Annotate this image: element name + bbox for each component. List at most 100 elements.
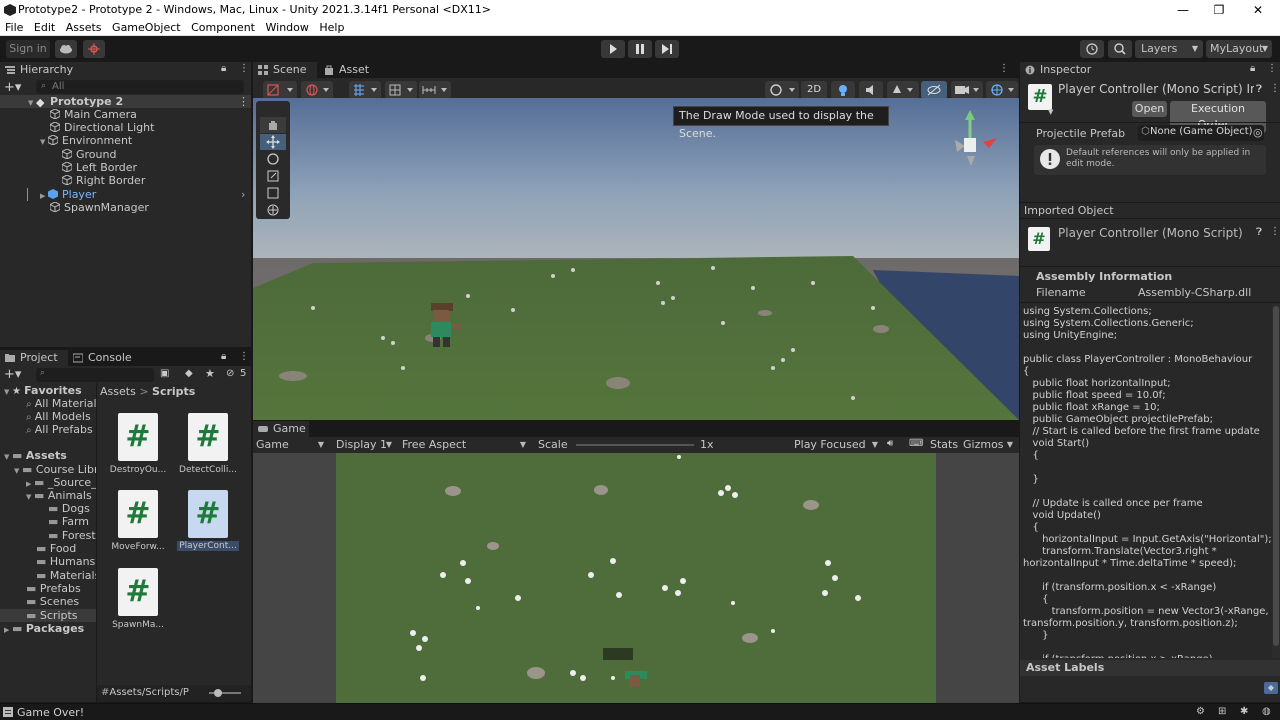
ruler-snap-dropdown[interactable] bbox=[419, 81, 451, 99]
hierarchy-row-player[interactable]: ▶ Player › bbox=[0, 188, 251, 201]
more-icon[interactable]: ⋮ bbox=[1267, 63, 1277, 74]
tab-project[interactable]: Project bbox=[0, 350, 68, 366]
stats-button[interactable]: Stats bbox=[930, 438, 958, 451]
packages-root[interactable]: ▶ ▬ Packages bbox=[0, 622, 84, 635]
rect-tool[interactable] bbox=[260, 185, 286, 201]
add-object-button[interactable]: +▾ bbox=[4, 80, 21, 95]
scale-tool[interactable] bbox=[260, 168, 286, 184]
lock-icon[interactable]: 🔒︎ bbox=[221, 63, 226, 74]
progress-icon[interactable]: ⚙ bbox=[1196, 706, 1205, 717]
tab-hierarchy[interactable]: Hierarchy bbox=[0, 62, 251, 78]
hidden-packages-icon[interactable]: ⊘ bbox=[226, 368, 234, 379]
menu-gameobject[interactable]: GameObject bbox=[112, 20, 181, 35]
more-icon[interactable]: ⋮ bbox=[1270, 226, 1280, 237]
pause-button[interactable] bbox=[628, 40, 652, 58]
more-icon[interactable]: ⋮ bbox=[239, 63, 249, 74]
folder-source[interactable]: ▶ ▬ _Source_ bbox=[0, 476, 96, 489]
script-file-icon[interactable]: # bbox=[118, 413, 158, 461]
folder-scripts[interactable]: ▬ Scripts bbox=[0, 609, 96, 622]
filter-type-icon[interactable]: ▣ bbox=[160, 368, 169, 379]
hierarchy-row-ground[interactable]: Ground bbox=[0, 148, 116, 161]
help-icon[interactable]: ❓︎ bbox=[1256, 227, 1262, 238]
script-file-icon-selected[interactable]: # bbox=[188, 490, 228, 538]
project-search-input[interactable]: ⌕ bbox=[36, 368, 154, 382]
draw-mode-dropdown[interactable] bbox=[263, 81, 297, 99]
more-icon[interactable]: ⋮ bbox=[239, 351, 249, 362]
audio-toggle[interactable] bbox=[859, 81, 883, 99]
file-name[interactable]: DetectColli... bbox=[173, 465, 243, 475]
favorite-all-models[interactable]: ⌕ All Models bbox=[0, 410, 91, 423]
favorites-header[interactable]: ▼ ★ Favorites bbox=[0, 384, 82, 397]
folder-animals[interactable]: ▼ ▬ Animals bbox=[0, 489, 92, 502]
folder-forest[interactable]: ▬ Forest bbox=[0, 529, 96, 542]
sign-in-button[interactable]: Sign in bbox=[6, 40, 50, 58]
tab-scene[interactable]: Scene bbox=[253, 62, 317, 78]
rotate-tool[interactable] bbox=[260, 151, 286, 167]
lock-icon[interactable]: 🔒︎ bbox=[221, 351, 226, 362]
favorite-all-prefabs[interactable]: ⌕ All Prefabs bbox=[0, 423, 93, 436]
cache-server-icon[interactable]: ⊞ bbox=[1218, 706, 1226, 717]
shading-mode-dropdown[interactable] bbox=[765, 81, 799, 99]
folder-food[interactable]: ▬ Food bbox=[0, 542, 76, 555]
script-file-icon[interactable]: # bbox=[118, 490, 158, 538]
zoom-slider-thumb[interactable] bbox=[214, 689, 222, 697]
bug-icon[interactable]: ✱ bbox=[1240, 706, 1248, 717]
folder-scenes[interactable]: ▬ Scenes bbox=[0, 595, 79, 608]
script-file-icon[interactable]: # bbox=[188, 413, 228, 461]
hierarchy-row-scene[interactable]: ▼ ◆ Prototype 2 ⋮ bbox=[0, 95, 251, 109]
maximize-button[interactable]: ❐ bbox=[1201, 0, 1237, 20]
menu-window[interactable]: Window bbox=[266, 20, 309, 35]
breadcrumb-assets[interactable]: Assets bbox=[100, 385, 136, 398]
gizmos-dropdown[interactable]: Gizmos ▼ bbox=[963, 437, 1017, 453]
tab-asset-store[interactable]: Asset Store bbox=[319, 62, 409, 92]
script-file-icon[interactable]: # bbox=[118, 568, 158, 616]
scene-viewport[interactable]: The Draw Mode used to display the Scene. bbox=[253, 98, 1019, 420]
toggle-2d-button[interactable]: 2D bbox=[801, 81, 827, 99]
assets-root[interactable]: ▼ ▬ Assets bbox=[0, 449, 67, 462]
auto-generate-lighting-icon[interactable]: ◍ bbox=[1262, 706, 1271, 717]
aspect-dropdown[interactable]: Free Aspect ▼ bbox=[402, 437, 530, 453]
game-viewport[interactable] bbox=[253, 453, 1019, 703]
file-name[interactable]: MoveForw... bbox=[103, 542, 173, 552]
play-button[interactable] bbox=[601, 40, 625, 58]
menu-component[interactable]: Component bbox=[191, 20, 255, 35]
folder-farm[interactable]: ▬ Farm bbox=[0, 515, 89, 528]
lock-icon[interactable]: 🔒︎ bbox=[1250, 63, 1255, 74]
hierarchy-row-environment[interactable]: ▼ Environment bbox=[0, 134, 132, 147]
folder-humans[interactable]: ▬ Humans bbox=[0, 555, 95, 568]
move-tool[interactable] bbox=[260, 134, 286, 150]
tab-game[interactable]: Game bbox=[253, 421, 309, 437]
menu-file[interactable]: File bbox=[5, 20, 23, 35]
keyboard-icon[interactable]: ⌨ bbox=[909, 438, 923, 449]
menu-edit[interactable]: Edit bbox=[34, 20, 55, 35]
folder-materials[interactable]: ▬ Materials bbox=[0, 569, 96, 582]
favorite-all-materials[interactable]: ⌕ All Materials bbox=[0, 397, 96, 410]
scale-slider[interactable] bbox=[576, 444, 694, 446]
lighting-toggle[interactable] bbox=[831, 81, 855, 99]
tab-inspector[interactable]: Inspector bbox=[1020, 62, 1280, 78]
filter-label-icon[interactable]: ◆ bbox=[185, 368, 193, 379]
favorite-star-icon[interactable]: ★ bbox=[205, 367, 215, 380]
menu-help[interactable]: Help bbox=[319, 20, 344, 35]
effects-dropdown[interactable] bbox=[887, 81, 919, 99]
menu-assets[interactable]: Assets bbox=[66, 20, 102, 35]
more-icon[interactable]: ⋮ bbox=[999, 63, 1009, 74]
breadcrumb-scripts[interactable]: Scripts bbox=[152, 385, 195, 398]
minimize-button[interactable]: — bbox=[1165, 0, 1201, 20]
close-button[interactable]: ✕ bbox=[1240, 0, 1276, 20]
more-icon[interactable]: ⋮ bbox=[238, 95, 249, 108]
chevron-right-icon[interactable]: › bbox=[241, 188, 245, 201]
increment-snap-dropdown[interactable] bbox=[385, 81, 417, 99]
history-button[interactable] bbox=[1080, 40, 1104, 58]
file-name-selected[interactable]: PlayerCont... bbox=[177, 541, 239, 551]
search-button[interactable] bbox=[1108, 40, 1132, 58]
collab-button[interactable] bbox=[83, 40, 105, 58]
more-icon[interactable]: ⋮ bbox=[1270, 83, 1280, 94]
open-button[interactable]: Open bbox=[1132, 101, 1167, 117]
step-button[interactable] bbox=[655, 40, 679, 58]
hierarchy-row-directional-light[interactable]: Directional Light bbox=[0, 121, 154, 134]
layers-dropdown[interactable]: Layers ▼ bbox=[1135, 40, 1203, 58]
file-name[interactable]: SpawnMa... bbox=[103, 620, 173, 630]
inspector-scrollbar[interactable] bbox=[1272, 304, 1280, 658]
status-message[interactable]: Game Over! bbox=[17, 706, 84, 719]
